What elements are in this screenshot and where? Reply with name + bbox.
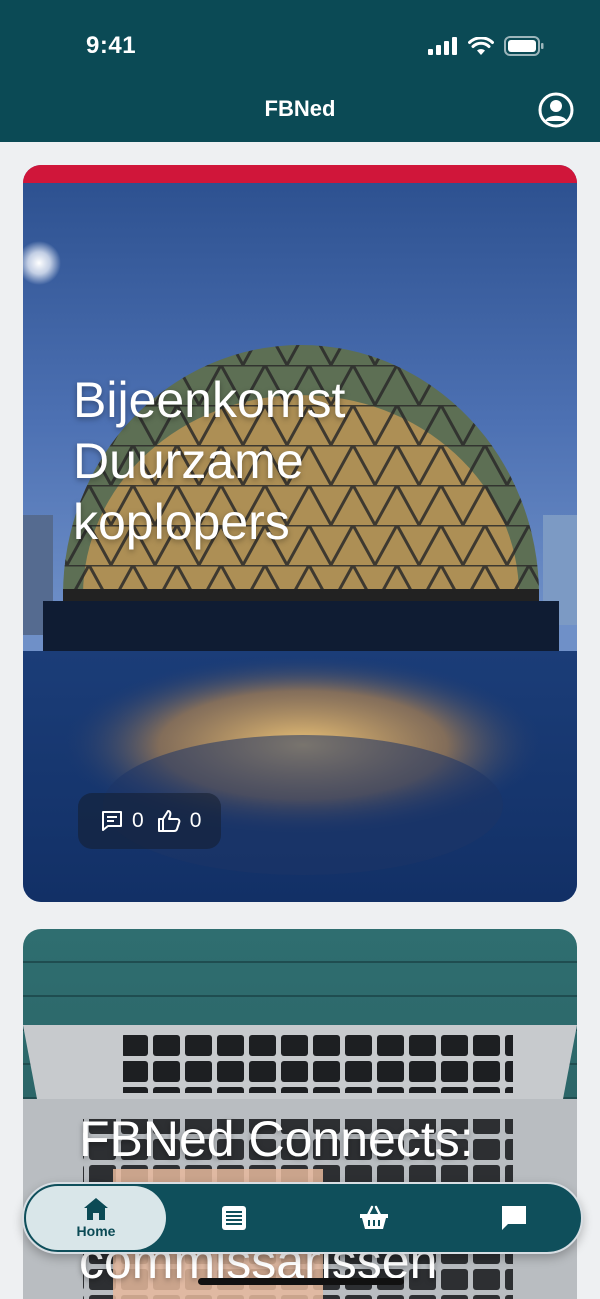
status-time: 9:41 bbox=[86, 32, 137, 59]
chat-icon bbox=[502, 1206, 526, 1230]
account-button[interactable] bbox=[538, 92, 574, 128]
basket-icon bbox=[360, 1205, 388, 1229]
bottom-navigation: Home bbox=[22, 1182, 583, 1254]
comment-count-button[interactable]: 0 bbox=[100, 809, 144, 833]
home-indicator[interactable] bbox=[198, 1278, 404, 1285]
comment-count: 0 bbox=[132, 809, 144, 832]
news-feed[interactable]: Bijeenkomst Duurzame koplopers 0 0 FBNed… bbox=[0, 142, 600, 1299]
card-title: Bijeenkomst Duurzame koplopers bbox=[73, 372, 346, 550]
battery-icon bbox=[504, 36, 544, 56]
like-count-button[interactable]: 0 bbox=[156, 808, 202, 834]
app-title: FBNed bbox=[264, 96, 336, 121]
card-stats: 0 0 bbox=[78, 793, 222, 849]
account-icon bbox=[538, 92, 574, 128]
like-count: 0 bbox=[189, 809, 202, 832]
signal-icon bbox=[428, 37, 457, 55]
thumbs-up-icon bbox=[157, 810, 181, 832]
status-icons bbox=[428, 36, 544, 56]
home-icon bbox=[84, 1198, 108, 1220]
nav-news-tab[interactable] bbox=[204, 1184, 264, 1252]
nav-shop-tab[interactable] bbox=[344, 1184, 404, 1252]
card-accent-strip bbox=[23, 165, 577, 183]
news-list-icon bbox=[222, 1206, 246, 1230]
nav-home-label: Home bbox=[76, 1223, 116, 1239]
wifi-icon bbox=[468, 36, 494, 55]
nav-home-tab[interactable]: Home bbox=[26, 1186, 166, 1250]
nav-chat-tab[interactable] bbox=[484, 1184, 544, 1252]
comment-icon bbox=[102, 811, 122, 831]
news-card[interactable]: Bijeenkomst Duurzame koplopers 0 0 bbox=[23, 165, 577, 902]
app-header: 9:41 FBNed bbox=[0, 0, 600, 142]
